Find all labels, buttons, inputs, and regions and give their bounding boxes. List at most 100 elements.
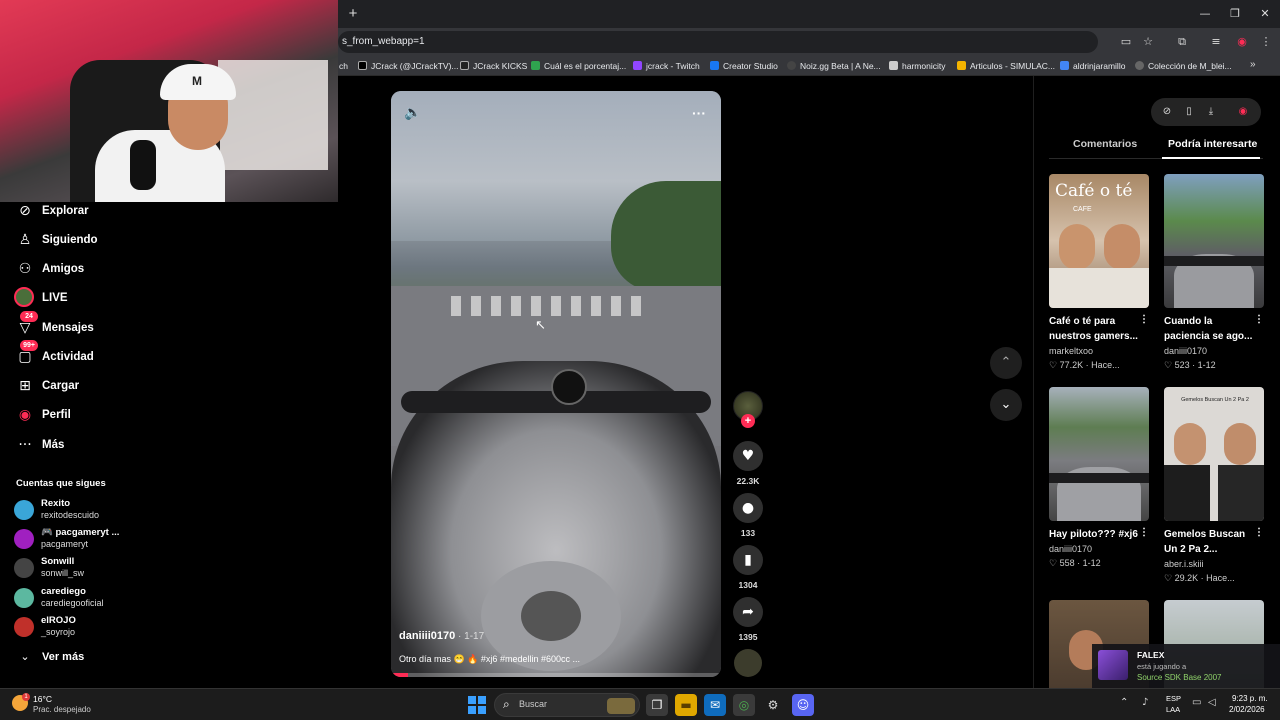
bookmark-star-icon[interactable]: ☆ <box>1140 34 1156 50</box>
video-thumbnail <box>1049 387 1149 521</box>
new-tab-button[interactable]: + <box>344 5 362 23</box>
tray-chevron-up-icon[interactable]: ⌃ <box>1120 697 1128 708</box>
following-account[interactable]: Rexito rexitodescuido <box>14 498 154 522</box>
tab-recommended[interactable]: Podría interesarte <box>1168 138 1257 150</box>
download-icon[interactable]: ⤓ <box>1203 104 1219 120</box>
share-button[interactable]: ➦ <box>733 597 763 627</box>
phone-icon[interactable]: ▯ <box>1181 104 1197 120</box>
next-video-button[interactable]: ⌄ <box>990 389 1022 421</box>
volume-tray-icon[interactable]: ◁ <box>1208 697 1216 708</box>
avatar <box>14 588 34 608</box>
restore-button[interactable]: ❐ <box>1226 6 1244 22</box>
see-more-button[interactable]: ⌄ Ver más <box>14 646 154 668</box>
save-button[interactable]: ▮ <box>733 545 763 575</box>
chevron-down-icon: ⌄ <box>20 650 30 663</box>
recommended-video-card[interactable]: Cuando la paciencia se ago... ⋮ daniiii0… <box>1164 174 1264 372</box>
comment-button[interactable]: ● <box>733 493 763 523</box>
cast-icon[interactable]: ▭ <box>1118 34 1134 50</box>
card-author: daniiii0170 <box>1164 346 1208 356</box>
following-account[interactable]: carediego carediegooficial <box>14 586 154 610</box>
browser-menu-icon[interactable]: ⋮ <box>1258 34 1274 50</box>
video-more-icon[interactable]: ··· <box>689 103 709 123</box>
profile-icon[interactable]: ◉ <box>1235 104 1251 120</box>
card-more-icon[interactable]: ⋮ <box>1139 527 1149 538</box>
chevron-down-icon: ⌄ <box>1000 397 1012 412</box>
recommended-video-card[interactable]: Gemelos Buscan Un 2 Pa 2 Gemelos Buscan … <box>1164 387 1264 585</box>
profile-avatar-icon[interactable]: ◉ <box>1234 34 1250 50</box>
doc-icon <box>1060 61 1069 70</box>
bookmark-item[interactable]: harmonicity <box>889 59 945 73</box>
game-avatar <box>1098 650 1128 680</box>
nav-profile[interactable]: ◉ Perfil <box>14 404 154 426</box>
bookmark-item[interactable]: JCrack KICKS <box>460 59 527 73</box>
recommended-video-card[interactable]: Café o té CAFE Café o té para nuestros g… <box>1049 174 1149 372</box>
address-input[interactable]: s_from_webapp=1 <box>338 31 1098 53</box>
compass-icon[interactable]: ⊘ <box>1159 104 1175 120</box>
extensions-icon[interactable]: ⧉ <box>1174 34 1190 50</box>
music-disc-icon[interactable] <box>734 649 762 677</box>
card-author: daniiii0170 <box>1049 544 1093 554</box>
nav-live[interactable]: LIVE <box>14 287 154 309</box>
card-more-icon[interactable]: ⋮ <box>1139 314 1149 325</box>
card-more-icon[interactable]: ⋮ <box>1254 527 1264 538</box>
bookmark-icon: ▮ <box>744 552 752 568</box>
clock-time[interactable]: 9:23 p. m. <box>1232 694 1268 703</box>
mail-icon[interactable]: ✉ <box>704 694 726 716</box>
bookmark-item[interactable]: Articulos - SIMULAC... <box>957 59 1055 73</box>
previous-video-button[interactable]: ⌃ <box>990 347 1022 379</box>
language-indicator[interactable]: ESP <box>1166 694 1181 703</box>
volume-icon[interactable]: 🔈 <box>403 103 423 123</box>
file-explorer-icon[interactable]: ▬ <box>675 694 697 716</box>
bookmark-item[interactable]: Noiz.gg Beta | A Ne... <box>787 59 881 73</box>
microphone-tray-icon[interactable]: ♪ <box>1142 697 1148 708</box>
follow-plus-icon[interactable]: + <box>741 414 755 428</box>
toast-game-name: Source SDK Base 2007 <box>1137 673 1222 682</box>
reading-list-icon[interactable]: ≡ <box>1208 34 1224 50</box>
account-handle: _soyrojo <box>41 627 76 637</box>
game-activity-toast[interactable]: FALEX está jugando a Source SDK Base 200… <box>1092 644 1280 688</box>
video-fuel-cap <box>521 591 581 641</box>
windows-start-icon[interactable] <box>468 696 486 714</box>
nav-messages[interactable]: ▽ 24 Mensajes <box>14 311 154 339</box>
following-account[interactable]: elROJO _soyrojo <box>14 615 154 639</box>
card-more-icon[interactable]: ⋮ <box>1254 314 1264 325</box>
minimize-button[interactable]: — <box>1196 6 1214 22</box>
video-caption[interactable]: Otro día mas 😁 🔥 #xj6 #medellin #600cc .… <box>399 654 580 665</box>
close-window-button[interactable]: ✕ <box>1256 6 1274 22</box>
bookmark-item[interactable]: ch <box>339 59 348 73</box>
notification-badge: 99+ <box>20 340 38 351</box>
tab-comments[interactable]: Comentarios <box>1073 138 1137 150</box>
following-account[interactable]: 🎮 pacgameryt ... pacgameryt <box>14 527 154 551</box>
settings-icon[interactable]: ⚙ <box>762 694 784 716</box>
bookmark-item[interactable]: Cuál es el porcentaj... <box>531 59 626 73</box>
discord-icon[interactable]: ☺ <box>792 694 814 716</box>
bookmarks-overflow-icon[interactable]: » <box>1250 59 1256 70</box>
nav-explore[interactable]: ⊘ Explorar <box>14 200 154 222</box>
task-view-icon[interactable]: ❐ <box>646 694 668 716</box>
video-player[interactable]: 🔈 ··· daniiii0170 · 1-17 Otro día mas 😁 … <box>391 91 721 677</box>
bookmark-item[interactable]: aldrinjaramillo <box>1060 59 1125 73</box>
network-icon[interactable]: ▭ <box>1192 697 1201 708</box>
bookmark-item[interactable]: Creator Studio <box>710 59 778 73</box>
video-progress-bar[interactable] <box>391 673 721 677</box>
nav-upload[interactable]: ⊞ Cargar <box>14 375 154 397</box>
nav-friends[interactable]: ⚇ Amigos <box>14 258 154 280</box>
card-author: markeltxoo <box>1049 346 1094 356</box>
keyboard-layout-indicator[interactable]: LAA <box>1166 705 1180 714</box>
nav-more[interactable]: ··· Más <box>14 434 154 456</box>
like-button[interactable]: ♥ <box>733 441 763 471</box>
bookmark-item[interactable]: JCrack (@JCrackTV)... <box>358 59 459 73</box>
folder-icon <box>889 61 898 70</box>
recommended-video-card[interactable]: Hay piloto??? #xj6 ⋮ daniiii0170 ♡ 558 ·… <box>1049 387 1149 570</box>
video-author[interactable]: daniiii0170 · 1-17 <box>399 630 484 642</box>
bookmark-item[interactable]: jcrack - Twitch <box>633 59 700 73</box>
card-stats: ♡ 29.2K · Hace... <box>1164 573 1235 583</box>
bookmark-item[interactable]: Colección de M_blei... <box>1135 59 1232 73</box>
taskbar-search[interactable]: ⌕ Buscar <box>494 693 640 717</box>
chrome-icon[interactable]: ◎ <box>733 694 755 716</box>
nav-following[interactable]: ♙ Siguiendo <box>14 229 154 251</box>
nav-activity[interactable]: ▢ 99+ Actividad <box>14 340 154 368</box>
clock-date[interactable]: 2/02/2026 <box>1229 705 1265 714</box>
upload-icon: ⊞ <box>19 378 31 394</box>
following-account[interactable]: Sonwill sonwill_sw <box>14 556 154 580</box>
